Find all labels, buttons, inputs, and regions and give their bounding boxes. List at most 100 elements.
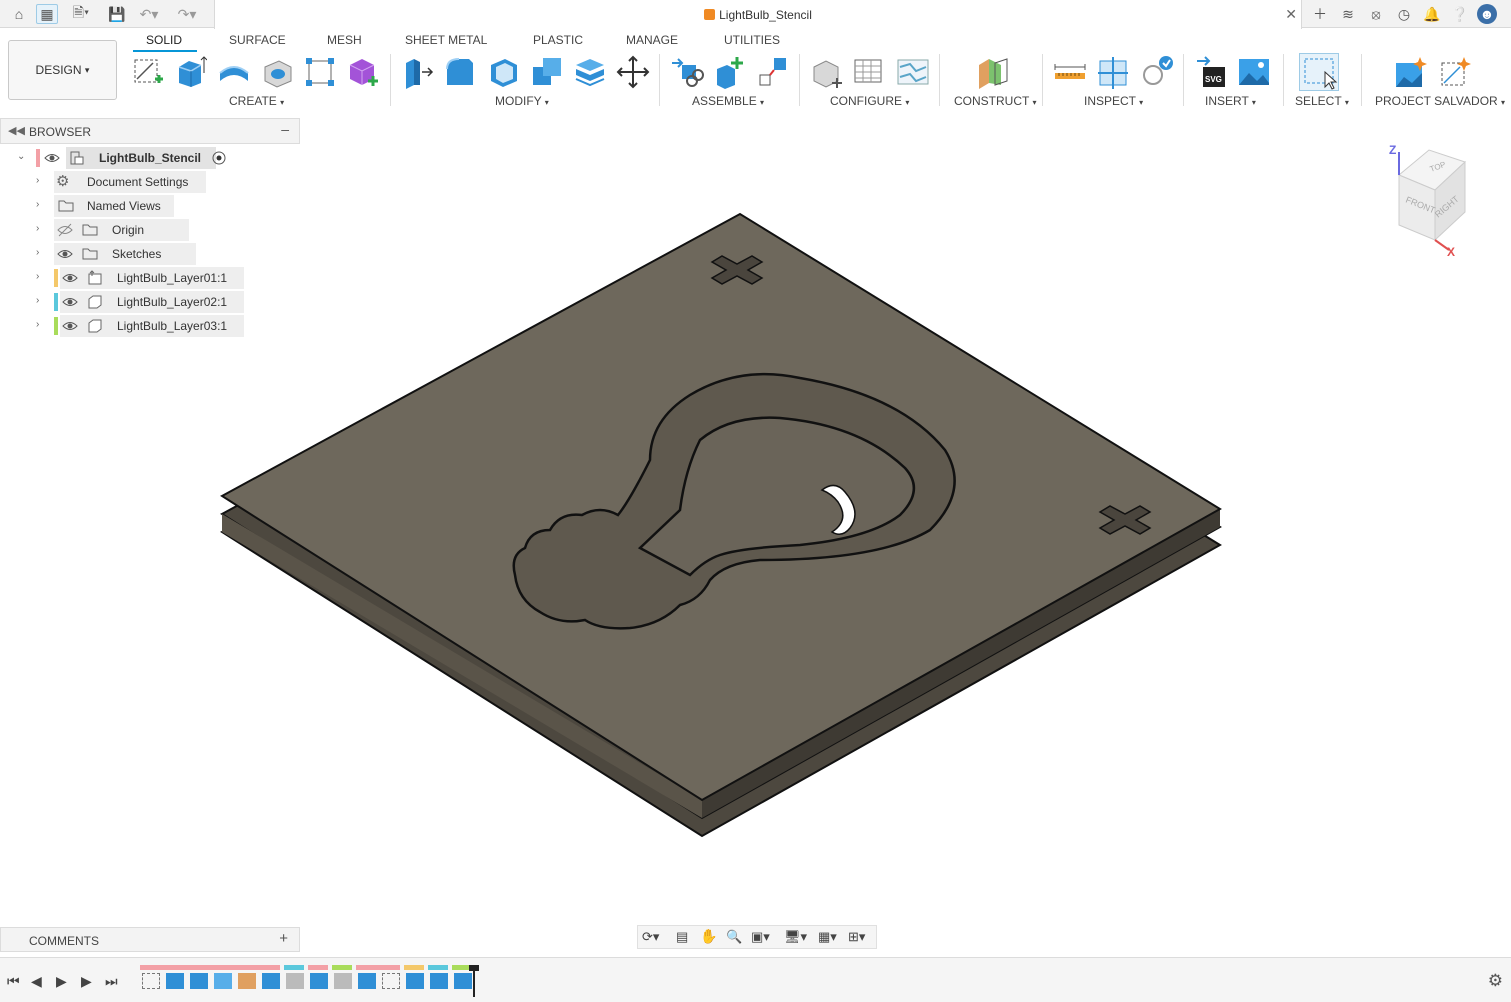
job-status-icon[interactable]: ◷ bbox=[1393, 4, 1415, 24]
salvador-sketch-icon[interactable] bbox=[1438, 55, 1472, 89]
visibility-eye-icon[interactable] bbox=[62, 319, 78, 333]
visibility-eye-icon[interactable] bbox=[57, 247, 73, 261]
visibility-eye-icon[interactable] bbox=[62, 271, 78, 285]
component-feature-icon[interactable] bbox=[310, 973, 328, 989]
sketch-feature-icon[interactable] bbox=[142, 973, 160, 989]
chevron-right-icon[interactable]: › bbox=[36, 223, 39, 234]
insert-svg-icon[interactable]: SVG bbox=[1195, 55, 1229, 89]
browser-item-document-settings[interactable]: › ⚙ Document Settings bbox=[34, 171, 214, 193]
construct-menu[interactable]: CONSTRUCT ▾ bbox=[954, 94, 1036, 108]
create-menu[interactable]: CREATE ▾ bbox=[229, 94, 284, 108]
chevron-right-icon[interactable]: › bbox=[36, 247, 39, 258]
home-icon[interactable]: ⌂ bbox=[8, 4, 30, 24]
section-analysis-icon[interactable] bbox=[1096, 55, 1130, 89]
sketch-feature-icon[interactable] bbox=[382, 973, 400, 989]
inspect-menu[interactable]: INSPECT ▾ bbox=[1084, 94, 1143, 108]
go-to-start-icon[interactable]: ⏮ bbox=[7, 973, 20, 990]
go-to-end-icon[interactable]: ⏭ bbox=[105, 973, 118, 990]
split-body-icon[interactable] bbox=[573, 55, 607, 89]
extrude-icon[interactable] bbox=[173, 55, 207, 89]
assemble-menu[interactable]: ASSEMBLE ▾ bbox=[692, 94, 764, 108]
tab-utilities[interactable]: UTILITIES bbox=[724, 33, 780, 47]
chevron-right-icon[interactable]: › bbox=[36, 319, 39, 330]
feature-icon[interactable] bbox=[334, 973, 352, 989]
offset-plane-icon[interactable] bbox=[975, 55, 1009, 89]
revolve-icon[interactable] bbox=[217, 55, 251, 89]
tab-manage[interactable]: MANAGE bbox=[626, 33, 678, 47]
close-tab-icon[interactable]: ✕ bbox=[1285, 6, 1297, 23]
extrude-feature-icon[interactable] bbox=[190, 973, 208, 989]
new-tab-icon[interactable]: ＋ bbox=[1309, 4, 1331, 24]
extrude-feature-icon[interactable] bbox=[166, 973, 184, 989]
modify-menu[interactable]: MODIFY ▾ bbox=[495, 94, 549, 108]
window-select-button[interactable] bbox=[1299, 53, 1339, 91]
insert-menu[interactable]: INSERT ▾ bbox=[1205, 94, 1256, 108]
select-menu[interactable]: SELECT ▾ bbox=[1295, 94, 1349, 108]
browser-root-row[interactable]: ⌄ LightBulb_Stencil bbox=[14, 147, 234, 169]
tab-solid[interactable]: SOLID bbox=[146, 33, 182, 47]
extensions-icon[interactable]: ≋ bbox=[1337, 4, 1359, 24]
step-forward-icon[interactable]: ▶ bbox=[81, 973, 92, 990]
component-feature-icon[interactable] bbox=[262, 973, 280, 989]
shell-icon[interactable] bbox=[487, 55, 521, 89]
chevron-down-icon[interactable]: ⌄ bbox=[17, 151, 25, 162]
fillet-icon[interactable] bbox=[443, 55, 477, 89]
parameters-icon[interactable] bbox=[810, 55, 844, 89]
timeline-marker[interactable] bbox=[473, 967, 475, 997]
browser-item-origin[interactable]: › Origin bbox=[34, 219, 214, 241]
visibility-eye-icon[interactable] bbox=[44, 151, 60, 165]
extrude-feature-icon[interactable] bbox=[454, 973, 472, 989]
apps-grid-icon[interactable]: ▦ bbox=[36, 4, 58, 24]
configure-rules-icon[interactable] bbox=[896, 55, 930, 89]
collapse-panel-icon[interactable]: ◀◀ bbox=[8, 124, 25, 137]
fit-icon[interactable]: ▣▾ bbox=[751, 929, 770, 945]
timeline-settings-gear-icon[interactable]: ⚙ bbox=[1488, 971, 1503, 991]
document-tab[interactable]: LightBulb_Stencil ✕ bbox=[214, 0, 1302, 29]
pan-hand-icon[interactable]: ✋ bbox=[700, 928, 717, 945]
display-settings-icon[interactable]: 🖥▾ bbox=[784, 929, 807, 945]
joint-feature-icon[interactable] bbox=[358, 973, 376, 989]
configuration-table-icon[interactable] bbox=[852, 55, 886, 89]
help-icon[interactable]: ❔ bbox=[1449, 4, 1471, 24]
redo-icon[interactable]: ↷▾ bbox=[172, 4, 202, 24]
combine-feature-icon[interactable] bbox=[214, 973, 232, 989]
view-cube[interactable]: TOP FRONT RIGHT Z X bbox=[1385, 140, 1475, 258]
user-avatar[interactable]: ☻ bbox=[1477, 4, 1497, 24]
move-copy-icon[interactable] bbox=[616, 55, 650, 89]
viewports-icon[interactable]: ⊞▾ bbox=[848, 929, 865, 945]
grid-settings-icon[interactable]: ▦▾ bbox=[818, 929, 837, 945]
tab-plastic[interactable]: PLASTIC bbox=[533, 33, 583, 47]
browser-item-sketches[interactable]: › Sketches bbox=[34, 243, 214, 265]
plane-feature-icon[interactable] bbox=[238, 973, 256, 989]
joint-icon[interactable] bbox=[713, 55, 747, 89]
project-salvador-menu[interactable]: PROJECT SALVADOR ▾ bbox=[1375, 94, 1505, 108]
visibility-eye-icon[interactable] bbox=[62, 295, 78, 309]
zoom-icon[interactable]: 🔍 bbox=[726, 929, 742, 945]
offline-status-icon[interactable]: ⦻ bbox=[1365, 4, 1387, 24]
tab-sheet-metal[interactable]: SHEET METAL bbox=[405, 33, 487, 47]
file-menu-icon[interactable]: 🗎▾ bbox=[66, 4, 96, 24]
browser-item-named-views[interactable]: › Named Views bbox=[34, 195, 214, 217]
chevron-right-icon[interactable]: › bbox=[36, 271, 39, 282]
minimize-icon[interactable]: – bbox=[281, 121, 289, 137]
create-form-icon[interactable] bbox=[346, 55, 380, 89]
extrude-feature-icon[interactable] bbox=[430, 973, 448, 989]
look-at-icon[interactable]: ▤ bbox=[676, 929, 688, 945]
timeline-marker-handle[interactable] bbox=[469, 965, 479, 971]
orbit-icon[interactable]: ⟳▾ bbox=[642, 929, 659, 945]
chevron-right-icon[interactable]: › bbox=[36, 295, 39, 306]
press-pull-icon[interactable] bbox=[400, 55, 434, 89]
activate-radio-icon[interactable] bbox=[212, 151, 226, 165]
attached-canvas-icon[interactable] bbox=[1237, 55, 1271, 89]
measure-icon[interactable] bbox=[1053, 55, 1087, 89]
interference-icon[interactable] bbox=[1140, 55, 1174, 89]
tab-mesh[interactable]: MESH bbox=[327, 33, 362, 47]
as-built-joint-icon[interactable] bbox=[756, 55, 790, 89]
hidden-eye-icon[interactable] bbox=[57, 223, 73, 237]
save-icon[interactable]: 💾 bbox=[106, 4, 128, 24]
extrude-feature-icon[interactable] bbox=[406, 973, 424, 989]
play-icon[interactable]: ▶ bbox=[56, 973, 67, 990]
notifications-icon[interactable]: 🔔 bbox=[1421, 4, 1443, 24]
create-sketch-icon[interactable] bbox=[131, 55, 165, 89]
workspace-switcher[interactable]: DESIGN ▾ bbox=[8, 40, 117, 100]
